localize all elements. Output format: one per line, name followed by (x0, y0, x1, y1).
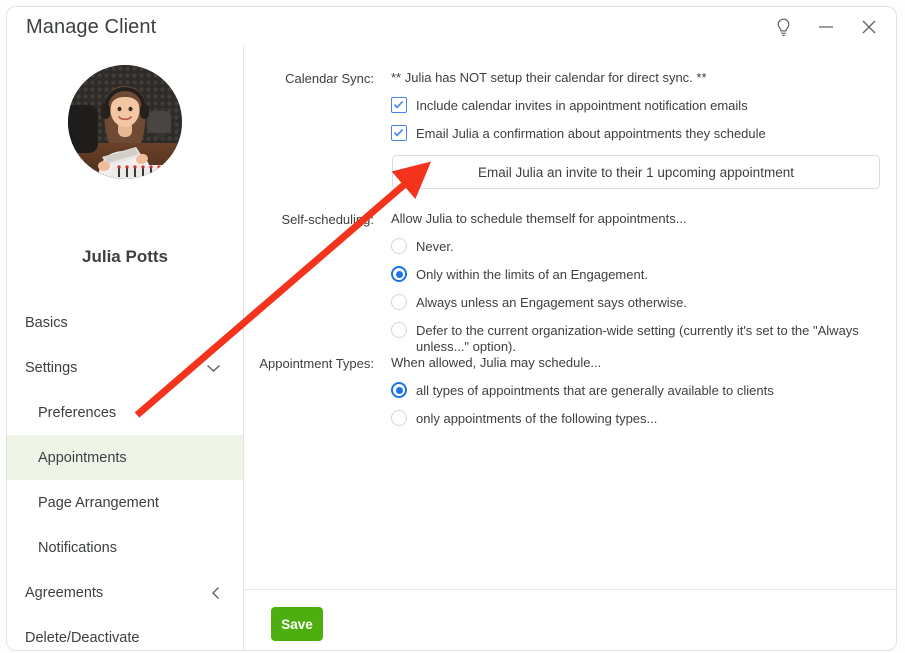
sidebar-item-agreements[interactable]: Agreements (7, 570, 243, 615)
sidebar-item-basics[interactable]: Basics (7, 300, 243, 345)
avatar-wrapper (7, 65, 243, 179)
calendar-sync-row: Calendar Sync: ** Julia has NOT setup th… (244, 69, 894, 142)
person-name: Julia Potts (82, 247, 168, 266)
radio-label: only appointments of the following types… (416, 411, 658, 426)
sidebar-nav: Basics Settings Preferences Appointments… (7, 300, 243, 650)
settings-panel: Calendar Sync: ** Julia has NOT setup th… (244, 51, 896, 650)
radio-selected-icon (391, 382, 407, 398)
sidebar-item-page-arrangement[interactable]: Page Arrangement (7, 480, 243, 525)
sidebar-item-settings[interactable]: Settings (7, 345, 243, 390)
radio-only-within-engagement[interactable]: Only within the limits of an Engagement. (391, 266, 884, 283)
sidebar-item-notifications[interactable]: Notifications (7, 525, 243, 570)
radio-label: Never. (416, 239, 454, 254)
radio-all-appointment-types[interactable]: all types of appointments that are gener… (391, 382, 774, 399)
radio-label: Defer to the current organization-wide s… (416, 323, 859, 354)
self-scheduling-label: Self-scheduling: (281, 212, 375, 227)
self-scheduling-intro: Allow Julia to schedule themself for app… (391, 211, 687, 226)
chevron-down-icon (206, 363, 221, 373)
calendar-sync-body: ** Julia has NOT setup their calendar fo… (374, 69, 766, 142)
checkbox-email-confirmation[interactable]: Email Julia a confirmation about appoint… (391, 125, 766, 142)
avatar (68, 65, 182, 179)
radio-unselected-icon (391, 294, 407, 310)
sidebar-item-label: Page Arrangement (38, 494, 159, 511)
sidebar-item-appointments[interactable]: Appointments (7, 435, 243, 480)
appointment-types-intro: When allowed, Julia may schedule... (391, 355, 602, 370)
title-bar: Manage Client (7, 7, 896, 51)
appointment-types-body: When allowed, Julia may schedule... all … (374, 354, 774, 427)
radio-unselected-icon (391, 410, 407, 426)
checkbox-label: Email Julia a confirmation about appoint… (416, 126, 766, 141)
manage-client-window: Manage Client Julia Potts Basics Setting… (6, 6, 897, 651)
sidebar-item-label: Appointments (38, 449, 127, 466)
radio-label: Always unless an Engagement says otherwi… (416, 295, 687, 310)
radio-label: Only within the limits of an Engagement. (416, 267, 648, 282)
radio-only-following-types[interactable]: only appointments of the following types… (391, 410, 774, 427)
close-icon[interactable] (856, 12, 882, 42)
footer-divider (244, 589, 896, 590)
page-title: Manage Client (26, 16, 157, 38)
help-lightbulb-icon[interactable] (770, 12, 796, 42)
sidebar-item-label: Delete/Deactivate (25, 629, 140, 646)
sidebar-item-label: Settings (25, 359, 78, 376)
sidebar-item-delete-deactivate[interactable]: Delete/Deactivate (7, 615, 243, 650)
self-scheduling-body: Allow Julia to schedule themself for app… (374, 210, 884, 355)
save-button[interactable]: Save (271, 607, 323, 641)
email-invite-button[interactable]: Email Julia an invite to their 1 upcomin… (392, 155, 880, 189)
checkbox-include-calendar-invites[interactable]: Include calendar invites in appointment … (391, 97, 766, 114)
self-scheduling-row: Self-scheduling: Allow Julia to schedule… (244, 210, 884, 355)
radio-unselected-icon (391, 322, 407, 338)
sidebar-item-label: Basics (25, 314, 68, 331)
sidebar: Julia Potts Basics Settings Preferences … (7, 51, 243, 650)
radio-selected-icon (391, 266, 407, 282)
sidebar-item-preferences[interactable]: Preferences (7, 390, 243, 435)
appointment-types-label: Appointment Types: (259, 356, 374, 371)
screenshot-root: Manage Client Julia Potts Basics Setting… (0, 0, 905, 653)
sidebar-item-label: Preferences (38, 404, 117, 421)
calendar-sync-label: Calendar Sync: (285, 71, 374, 86)
radio-defer-to-org-setting[interactable]: Defer to the current organization-wide s… (391, 322, 884, 355)
sidebar-item-label: Notifications (38, 539, 117, 556)
calendar-sync-notice: ** Julia has NOT setup their calendar fo… (391, 70, 707, 85)
radio-unselected-icon (391, 238, 407, 254)
checkbox-checked-icon (391, 125, 407, 141)
appointment-types-row: Appointment Types: When allowed, Julia m… (244, 354, 884, 427)
radio-label: all types of appointments that are gener… (416, 383, 774, 398)
radio-never[interactable]: Never. (391, 238, 884, 255)
chevron-left-icon (211, 586, 221, 600)
minimize-icon[interactable] (813, 12, 839, 42)
window-controls (770, 12, 882, 42)
checkbox-label: Include calendar invites in appointment … (416, 98, 748, 113)
sidebar-item-label: Agreements (25, 584, 104, 601)
radio-always-unless-engagement[interactable]: Always unless an Engagement says otherwi… (391, 294, 884, 311)
checkbox-checked-icon (391, 97, 407, 113)
